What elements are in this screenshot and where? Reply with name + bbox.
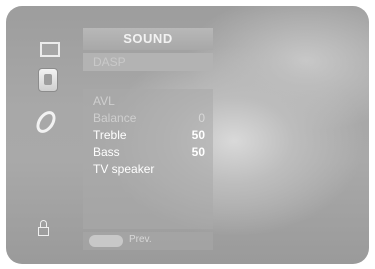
tv-osd-screen: SOUND DASP AVL Balance 0 Treble 50 Bass … — [6, 6, 369, 264]
menu-item-label: Balance — [93, 111, 137, 125]
menu-title: SOUND — [83, 28, 213, 50]
lock-body — [38, 227, 49, 236]
prev-label: Prev. — [129, 234, 152, 245]
menu-item-value: 50 — [191, 128, 205, 142]
menu-item-list: AVL Balance 0 Treble 50 Bass 50 TV speak… — [83, 89, 213, 229]
menu-item-avl[interactable]: AVL — [93, 93, 205, 109]
menu-item-label: Bass — [93, 145, 120, 159]
help-bar: Prev. — [83, 232, 213, 250]
lock-icon[interactable] — [37, 220, 51, 238]
tv-picture-icon[interactable] — [40, 42, 60, 57]
menu-item-label: AVL — [93, 94, 115, 108]
menu-category-column — [20, 16, 72, 254]
menu-item-label: TV speaker — [93, 162, 155, 176]
menu-item-dasp[interactable]: DASP — [83, 53, 213, 71]
sound-icon[interactable] — [38, 68, 58, 92]
menu-item-value: 50 — [191, 145, 205, 159]
prev-button[interactable] — [89, 235, 123, 247]
menu-item-tv-speaker[interactable]: TV speaker — [93, 161, 205, 177]
menu-item-balance[interactable]: Balance 0 — [93, 110, 205, 126]
menu-item-value: 0 — [198, 111, 205, 125]
setup-icon[interactable] — [32, 107, 60, 137]
lock-shackle — [40, 220, 47, 227]
menu-item-bass[interactable]: Bass 50 — [93, 144, 205, 160]
menu-item-label: Treble — [93, 128, 127, 142]
menu-item-treble[interactable]: Treble 50 — [93, 127, 205, 143]
